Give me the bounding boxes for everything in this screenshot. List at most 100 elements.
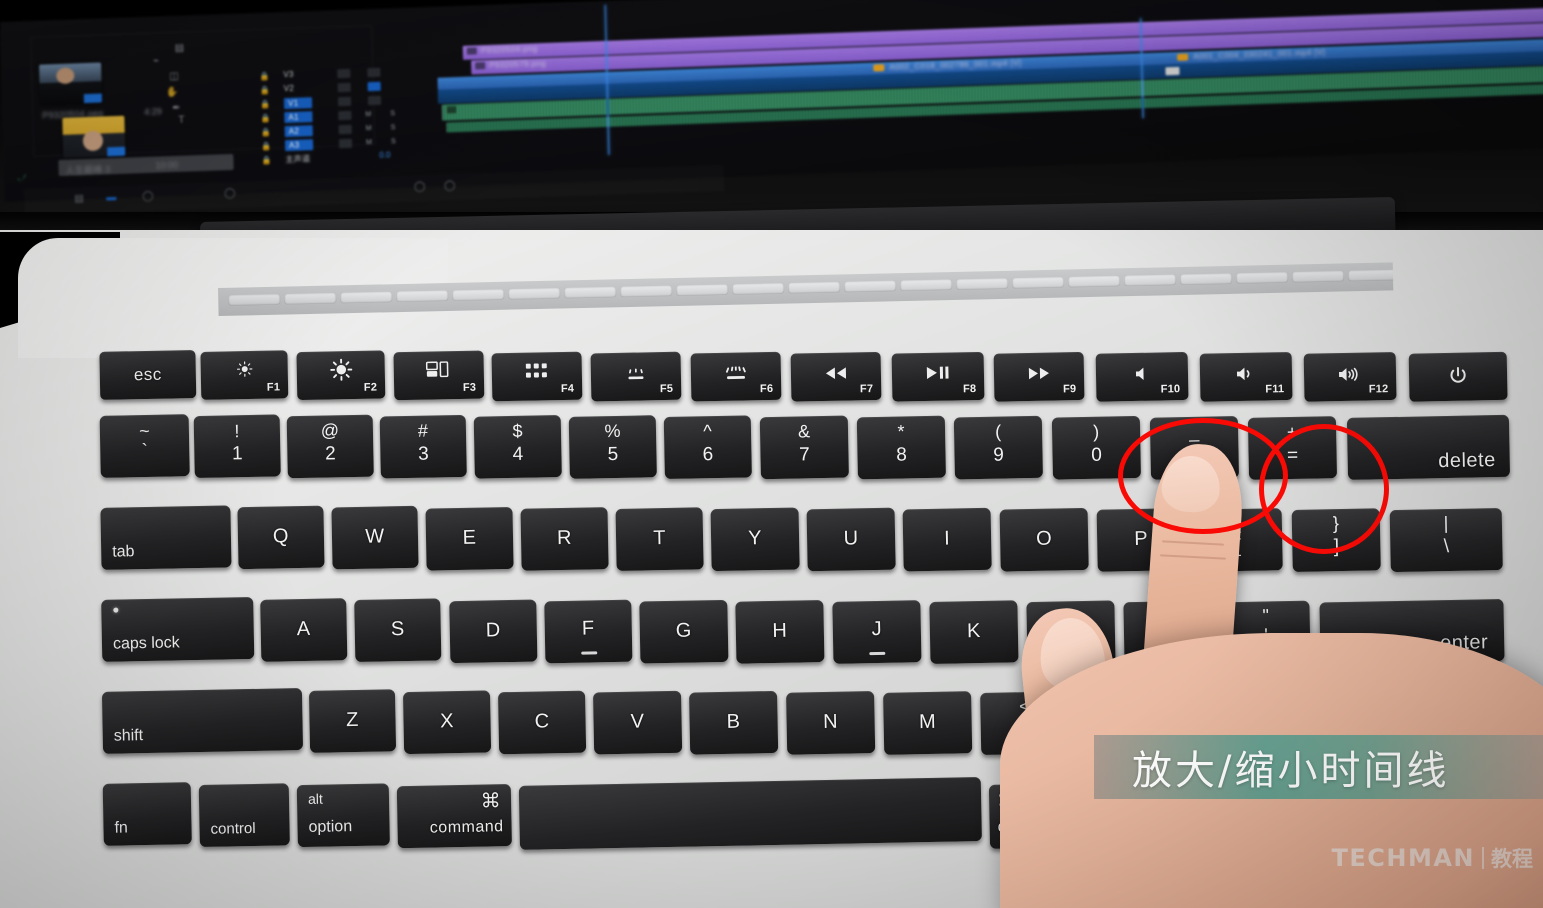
key-8[interactable]: * 8 [856,415,946,480]
key-4[interactable]: $ 4 [473,415,562,479]
key-h[interactable]: H [735,600,825,664]
key-b[interactable]: B [689,690,779,755]
key-i[interactable]: I [902,507,992,572]
key-power[interactable] [1408,351,1508,402]
key-f10-mute[interactable]: F10 [1095,351,1189,402]
key-f7-rewind[interactable]: F7 [790,351,882,402]
track-lock-icon[interactable]: 🔒 [259,72,269,81]
key-tab[interactable]: tab [100,505,232,570]
track-solo-chip[interactable] [367,67,381,78]
key-command-right[interactable]: ⌘ command [988,782,1103,849]
key-f1-brightness-down[interactable]: F1 [200,350,289,400]
key-f12-volume-up[interactable]: F12 [1303,351,1397,402]
key-e[interactable]: E [425,506,514,571]
key-f6-keyboard-backlight-up[interactable]: F6 [690,351,782,402]
track-S-label[interactable]: S [391,138,396,145]
track-lock-icon[interactable]: 🔒 [261,142,271,151]
key-2[interactable]: @ 2 [286,414,374,479]
razor-tool-icon[interactable]: ⌁ [153,55,159,66]
track-solo-chip[interactable] [367,81,381,92]
track-solo-chip[interactable] [367,95,382,106]
key-t[interactable]: T [615,507,704,571]
key-f11-volume-down[interactable]: F11 [1199,351,1293,402]
key-9[interactable]: ( 9 [953,415,1043,480]
track-mute-chip[interactable] [337,82,351,93]
track-mute-chip[interactable] [337,68,351,79]
horizontal-scrollbar[interactable] [58,153,234,177]
key-7[interactable]: & 7 [759,415,849,480]
key-x[interactable]: X [402,690,492,755]
icon-view-icon[interactable]: ▬ [106,192,116,203]
key-shift-left[interactable]: shift [101,688,304,754]
key-o[interactable]: O [999,507,1089,572]
key-f8-play-pause[interactable]: F8 [891,351,985,402]
key-d[interactable]: D [449,599,538,664]
key-f4-launchpad[interactable]: F4 [491,351,583,402]
key-a[interactable]: A [260,598,348,662]
list-view-icon[interactable]: ▤ [74,193,84,204]
hand-tool-icon[interactable]: ✋ [166,87,179,98]
track-lock-icon[interactable]: 🔒 [261,128,271,137]
key-semicolon[interactable]: : ; [1123,600,1213,665]
key-3[interactable]: # 3 [379,414,467,479]
track-M-label[interactable]: M [365,111,371,118]
key-6[interactable]: ^ 6 [663,415,752,480]
track-M-label[interactable]: M [366,125,372,132]
delete-icon[interactable]: ◯ [444,180,455,191]
key-c[interactable]: C [497,690,587,755]
key-m[interactable]: M [883,691,973,755]
key-comma[interactable]: < , [980,691,1070,755]
pen-tool-icon[interactable]: ✒ [172,103,181,114]
key-y[interactable]: Y [710,507,800,572]
slip-tool-icon[interactable]: ◫ [169,71,179,82]
key-g[interactable]: G [639,599,729,664]
key-v[interactable]: V [593,690,683,755]
key-z[interactable]: Z [308,689,397,753]
key-arrow-down[interactable] [1311,814,1405,847]
settings-icon[interactable]: ◯ [414,181,425,192]
key-f[interactable]: F [544,599,633,664]
key-enter[interactable]: enter [1319,598,1505,665]
key-f2-brightness-up[interactable]: F2 [296,350,386,401]
key-5[interactable]: % 5 [568,415,657,479]
key-esc[interactable]: esc [99,350,197,400]
key-j[interactable]: J [832,600,922,664]
track-S-label[interactable]: S [391,124,396,131]
key-k[interactable]: K [929,600,1019,664]
track-lock-icon[interactable]: 🔒 [260,100,270,109]
key-space[interactable] [518,777,982,850]
key-s[interactable]: S [354,598,442,662]
track-lock-icon[interactable]: 🔒 [260,114,270,123]
new-bin-icon[interactable]: ◯ [224,188,235,199]
track-lock-icon[interactable]: 🔒 [261,156,271,165]
freeform-view-icon[interactable]: ◯ [142,191,153,202]
key-tilde-backtick[interactable]: ~ ` [99,414,190,478]
key-f3-mission-control[interactable]: F3 [393,350,485,401]
key-control[interactable]: control [198,783,290,848]
key-backslash[interactable]: | \ [1389,507,1503,573]
key-n[interactable]: N [786,691,876,755]
key-quote[interactable]: " ' [1221,600,1311,665]
key-r[interactable]: R [520,507,609,571]
track-mute-chip[interactable] [338,110,352,121]
key-l[interactable]: L [1026,600,1116,665]
track-mute-chip[interactable] [338,124,352,135]
key-1[interactable]: ! 1 [193,414,281,479]
type-tool-icon[interactable]: T [178,115,184,126]
track-M-label[interactable]: M [366,139,372,146]
selection-tool-icon[interactable]: ▤ [175,43,185,54]
key-f9-fast-forward[interactable]: F9 [993,351,1085,402]
key-command-left[interactable]: ⌘ command [396,784,512,849]
key-caps-lock[interactable]: caps lock [101,596,255,662]
keyboard[interactable]: esc F1 F2 F3 F4 F5 F6 F7 F8 F9 F10 F11 F… [0,306,1543,908]
key-u[interactable]: U [806,507,896,572]
track-lock-icon[interactable]: 🔒 [260,86,270,95]
key-fn[interactable]: fn [102,782,192,846]
timeline-panel[interactable]: P9320504.png P9320579.png A002_C018_0027… [401,4,1543,166]
track-mute-chip[interactable] [337,96,352,107]
tool-strip[interactable]: ▤ ⌁ ◫ ✋ ✒ T [151,39,243,137]
key-q[interactable]: Q [237,505,325,570]
key-w[interactable]: W [331,505,419,570]
key-option-left[interactable]: alt option [296,783,390,848]
track-S-label[interactable]: S [390,110,395,117]
